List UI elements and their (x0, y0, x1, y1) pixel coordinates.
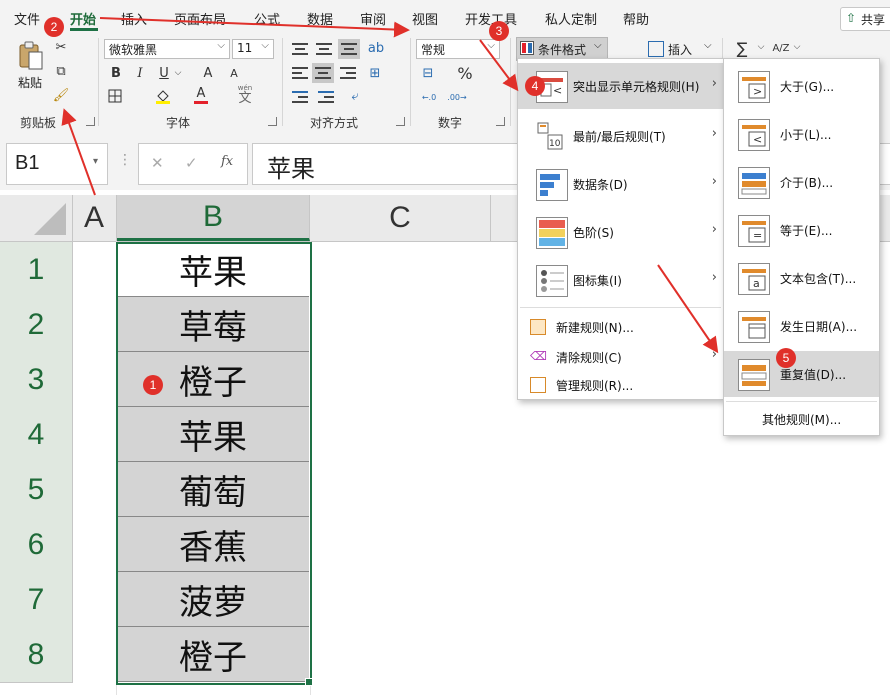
arrow-to-view-tab (99, 17, 410, 38)
step-badge-5: 5 (776, 348, 796, 368)
step-badge-1: 1 (143, 375, 163, 395)
annotation-arrows (61, 17, 719, 354)
step-badge-4: 4 (525, 76, 545, 96)
arrow-to-conditional-format (479, 39, 519, 92)
step-badge-2: 2 (44, 17, 64, 37)
arrow-to-format-painter (61, 108, 96, 196)
step-badge-3: 3 (489, 21, 509, 41)
arrow-to-duplicate-values (657, 264, 719, 354)
